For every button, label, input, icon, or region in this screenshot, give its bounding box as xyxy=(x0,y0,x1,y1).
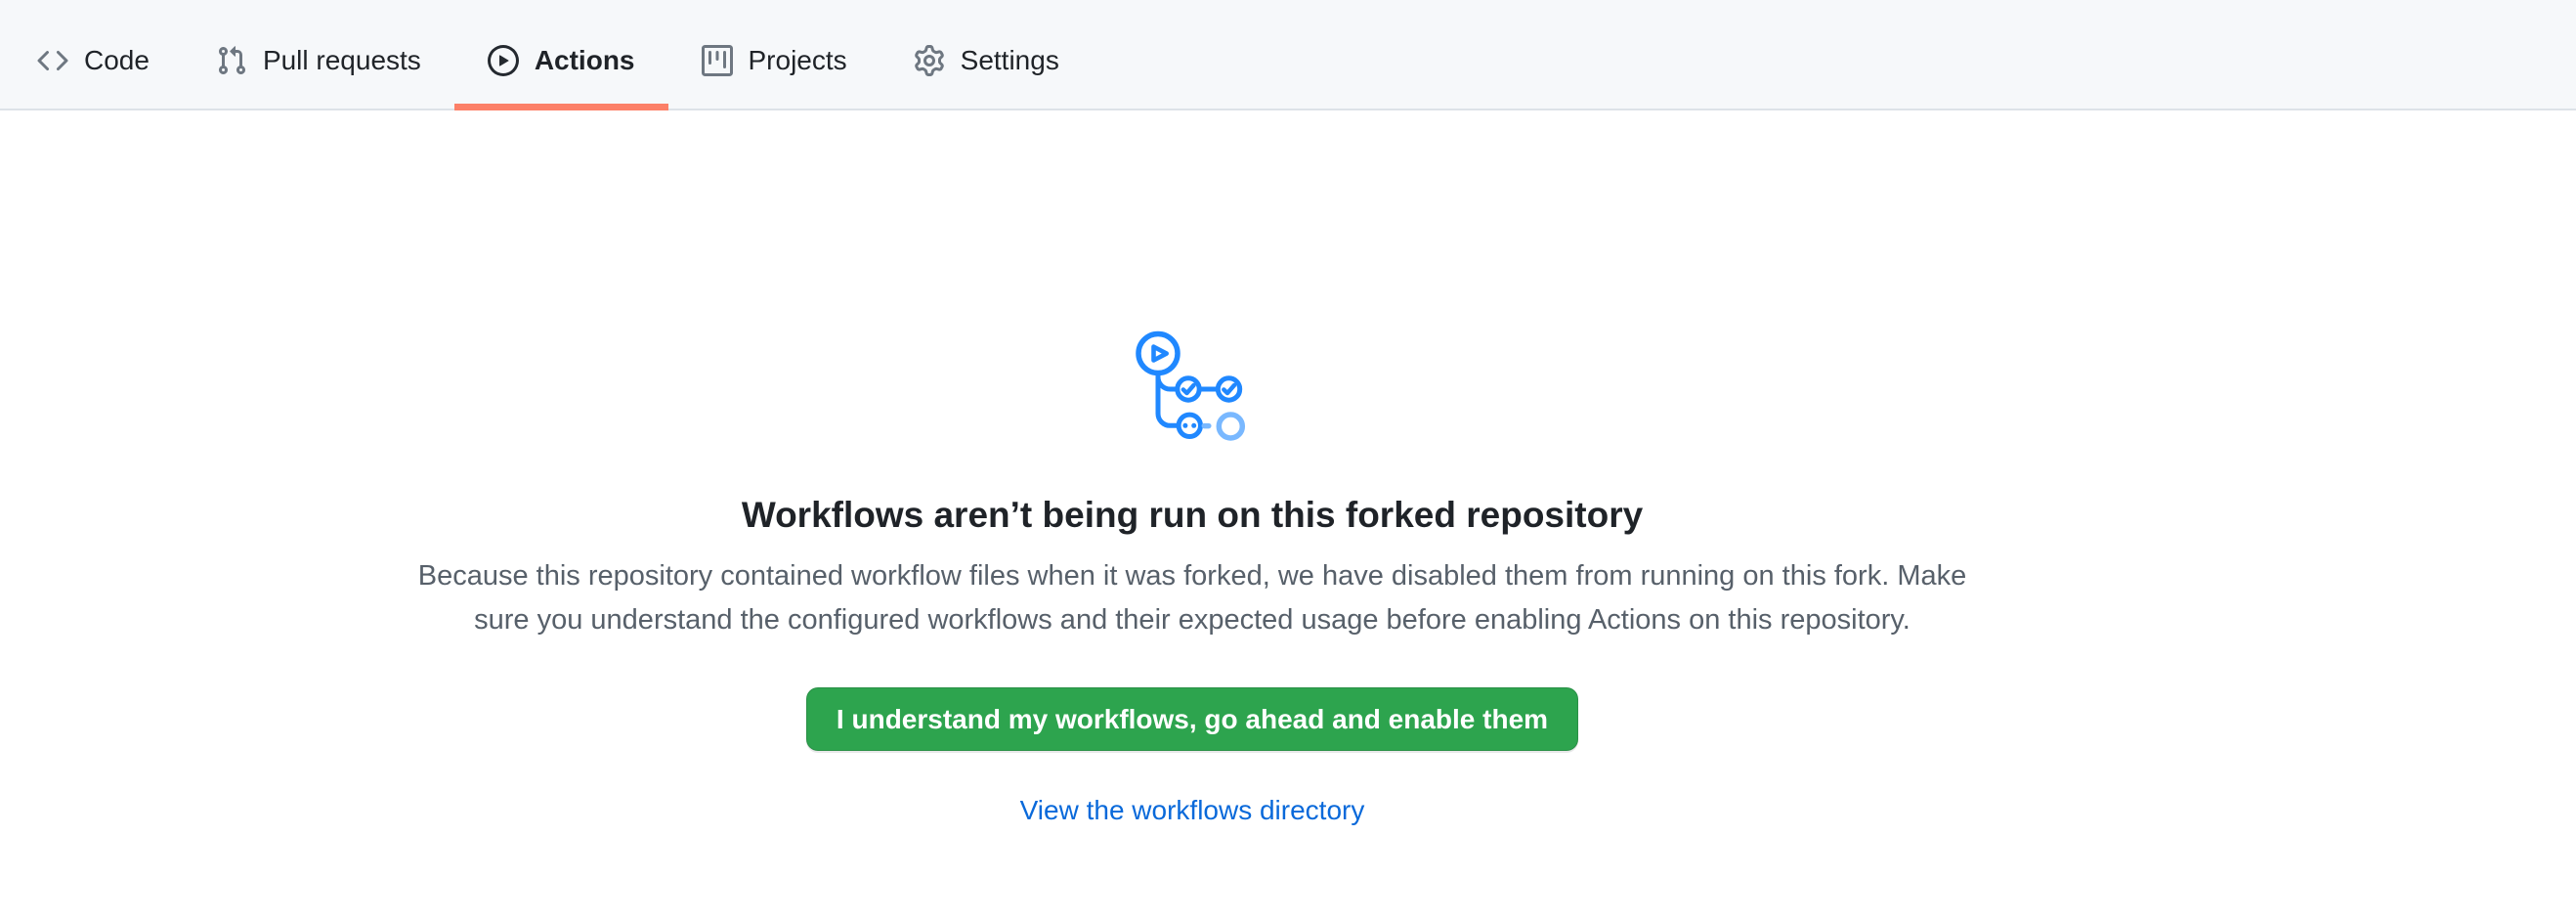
tab-pull-requests-label: Pull requests xyxy=(263,47,421,74)
primary-action-row: I understand my workflows, go ahead and … xyxy=(0,642,2384,751)
tab-settings-label: Settings xyxy=(961,47,1059,74)
secondary-action-row: View the workflows directory xyxy=(0,790,2384,831)
repo-tab-nav-items: Code Pull requests Actions Projects Sett xyxy=(0,0,2576,109)
code-icon xyxy=(37,45,68,76)
repo-tab-nav: Code Pull requests Actions Projects Sett xyxy=(0,0,2576,110)
workflow-graph-icon xyxy=(1135,330,1250,446)
blankslate-heading: Workflows aren’t being run on this forke… xyxy=(0,490,2384,541)
tab-pull-requests[interactable]: Pull requests xyxy=(183,0,454,109)
gear-icon xyxy=(914,45,945,76)
tab-code[interactable]: Code xyxy=(4,0,183,109)
blankslate-description: Because this repository contained workfl… xyxy=(396,554,1989,642)
tab-code-label: Code xyxy=(84,47,150,74)
tab-actions-label: Actions xyxy=(535,47,635,74)
blankslate: Workflows aren’t being run on this forke… xyxy=(0,110,2384,831)
tab-actions[interactable]: Actions xyxy=(454,0,668,109)
tab-settings[interactable]: Settings xyxy=(880,0,1093,109)
enable-workflows-button[interactable]: I understand my workflows, go ahead and … xyxy=(806,687,1578,751)
tab-projects-label: Projects xyxy=(749,47,847,74)
tab-projects[interactable]: Projects xyxy=(668,0,880,109)
view-workflows-directory-link[interactable]: View the workflows directory xyxy=(1020,795,1365,825)
play-icon xyxy=(488,45,519,76)
git-pull-request-icon xyxy=(216,45,247,76)
project-icon xyxy=(702,45,733,76)
actions-disabled-page: Workflows aren’t being run on this forke… xyxy=(0,110,2384,831)
